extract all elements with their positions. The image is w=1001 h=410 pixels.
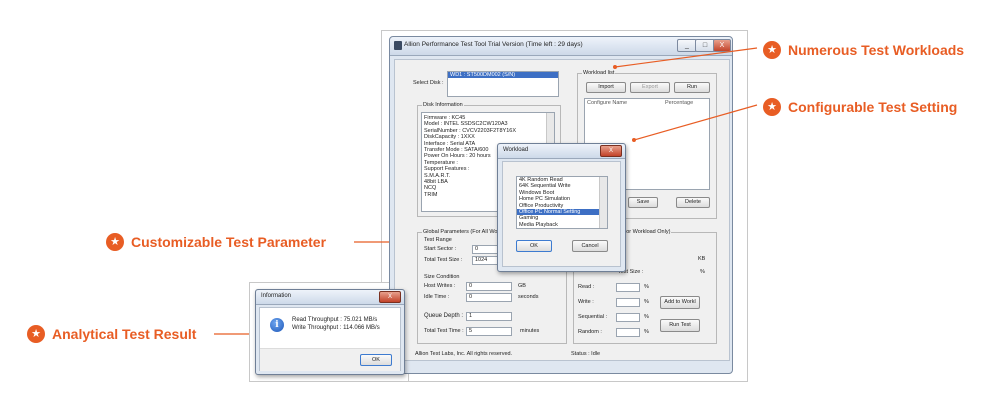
callout-configurable-test-setting: ★ Configurable Test Setting	[763, 98, 957, 116]
connector-setting	[633, 104, 758, 141]
callout-result-text: Analytical Test Result	[52, 326, 197, 342]
connector-workloads	[614, 47, 758, 68]
connector-workloads-dot	[613, 65, 617, 69]
star-icon: ★	[106, 233, 124, 251]
star-icon: ★	[763, 98, 781, 116]
callout-customizable-test-parameter: ★ Customizable Test Parameter	[106, 233, 326, 251]
callout-connectors	[214, 47, 758, 335]
callout-workloads-text: Numerous Test Workloads	[788, 42, 965, 58]
star-icon: ★	[763, 41, 781, 59]
star-icon: ★	[27, 325, 45, 343]
connector-setting-dot	[632, 138, 636, 142]
callout-setting-text: Configurable Test Setting	[788, 99, 958, 115]
callout-numerous-test-workloads: ★ Numerous Test Workloads	[763, 41, 964, 59]
callout-analytical-test-result: ★ Analytical Test Result	[27, 325, 196, 343]
callout-parameter-text: Customizable Test Parameter	[131, 234, 327, 250]
